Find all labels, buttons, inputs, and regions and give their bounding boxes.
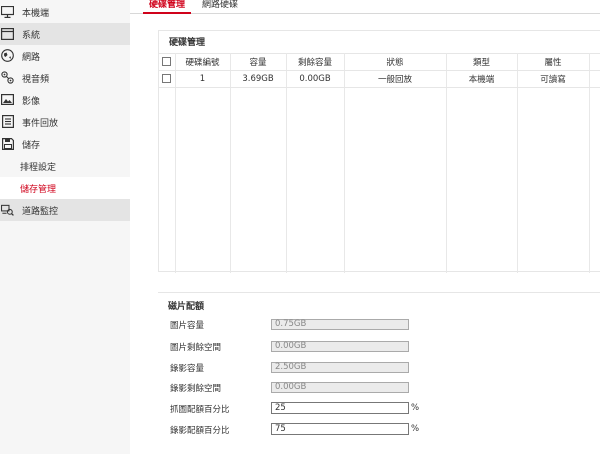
cell-property: 可讀寫 bbox=[517, 70, 590, 88]
disk-management-panel: 硬碟管理 硬碟編號 容量 剩餘容量 狀態 類型 屬性 1 3.69GB 0.00… bbox=[158, 30, 600, 273]
picture-capacity-label: 圖片容量 bbox=[170, 321, 205, 331]
picture-free-space-label: 圖片剩餘空間 bbox=[170, 343, 222, 353]
sidebar-item-label: 視音頻 bbox=[22, 74, 50, 85]
column-header-disk-no: 硬碟編號 bbox=[175, 53, 231, 71]
record-capacity-label: 錄影容量 bbox=[170, 364, 205, 374]
quota-panel-title: 磁片配額 bbox=[168, 302, 205, 312]
sidebar-item-label: 儲存 bbox=[22, 140, 41, 151]
cell-extra bbox=[589, 70, 600, 88]
disk-quota-panel: 磁片配額 圖片容量 0.75GB 圖片剩餘空間 0.00GB 錄影容量 2.50… bbox=[158, 292, 600, 454]
disk-panel-title: 硬碟管理 bbox=[169, 38, 206, 48]
select-all-checkbox[interactable] bbox=[162, 57, 172, 66]
road-monitor-icon bbox=[1, 203, 14, 216]
column-header-extra bbox=[589, 53, 600, 71]
picture-quota-unit: % bbox=[411, 403, 420, 413]
tab-network-disk[interactable]: 網路硬碟 bbox=[202, 0, 238, 14]
picture-quota-percent-input[interactable] bbox=[271, 402, 409, 414]
cell-disk-no: 1 bbox=[175, 70, 231, 88]
select-all-cell bbox=[159, 53, 176, 71]
column-header-property: 屬性 bbox=[517, 53, 590, 71]
image-icon bbox=[1, 93, 14, 106]
tab-bar: 硬碟管理 網路硬碟 bbox=[130, 0, 600, 14]
sidebar-item-storage[interactable]: 儲存 bbox=[0, 133, 130, 155]
sidebar-item-system[interactable]: 系統 bbox=[0, 23, 130, 45]
sidebar-item-label: 影像 bbox=[22, 96, 41, 107]
column-header-status: 狀態 bbox=[344, 53, 447, 71]
cell-capacity: 3.69GB bbox=[230, 70, 287, 88]
sidebar-item-storage-management[interactable]: 儲存管理 bbox=[0, 177, 130, 199]
row-checkbox[interactable] bbox=[162, 74, 172, 83]
audio-video-icon bbox=[1, 71, 14, 84]
record-quota-percent-label: 錄影配額百分比 bbox=[170, 426, 230, 436]
disk-table: 硬碟編號 容量 剩餘容量 狀態 類型 屬性 1 3.69GB 0.00GB 一般… bbox=[159, 53, 600, 273]
sidebar-item-label: 網路 bbox=[22, 52, 41, 63]
cell-status: 一般回放 bbox=[344, 70, 447, 88]
record-capacity-field: 2.50GB bbox=[271, 362, 409, 373]
row-select-cell bbox=[159, 70, 176, 88]
globe-icon bbox=[1, 49, 14, 62]
sidebar-item-label: 排程設定 bbox=[20, 162, 57, 173]
tab-disk-management[interactable]: 硬碟管理 bbox=[143, 0, 192, 14]
sidebar-item-local[interactable]: 本機端 bbox=[0, 1, 130, 23]
sidebar-item-label: 儲存管理 bbox=[20, 184, 57, 195]
record-free-space-label: 錄影剩餘空間 bbox=[170, 384, 222, 394]
sidebar-item-label: 本機端 bbox=[22, 8, 50, 19]
table-row[interactable]: 1 3.69GB 0.00GB 一般回放 本機端 可讀寫 bbox=[159, 70, 600, 88]
sidebar-item-label: 系統 bbox=[22, 30, 41, 41]
column-header-capacity: 容量 bbox=[230, 53, 287, 71]
sidebar-item-network[interactable]: 網路 bbox=[0, 45, 130, 67]
picture-capacity-field: 0.75GB bbox=[271, 319, 409, 330]
sidebar-item-road-monitoring[interactable]: 道路監控 bbox=[0, 199, 130, 221]
cell-type: 本機端 bbox=[446, 70, 518, 88]
sidebar: 本機端 系統 網路 視音頻 影像 事件回放 儲存 排程設定 儲存管理 道路監控 bbox=[0, 0, 130, 454]
sidebar-item-event-playback[interactable]: 事件回放 bbox=[0, 111, 130, 133]
cell-free-space: 0.00GB bbox=[286, 70, 345, 88]
sidebar-item-audio-video[interactable]: 視音頻 bbox=[0, 67, 130, 89]
sidebar-item-label: 事件回放 bbox=[22, 118, 59, 129]
sidebar-item-image[interactable]: 影像 bbox=[0, 89, 130, 111]
picture-quota-percent-label: 抓圖配額百分比 bbox=[170, 405, 230, 415]
record-free-space-field: 0.00GB bbox=[271, 382, 409, 393]
save-icon bbox=[1, 137, 14, 150]
record-quota-percent-input[interactable] bbox=[271, 423, 409, 435]
table-empty-area bbox=[159, 87, 600, 273]
window-icon bbox=[1, 27, 14, 40]
column-header-free-space: 剩餘容量 bbox=[286, 53, 345, 71]
sidebar-item-label: 道路監控 bbox=[22, 206, 59, 217]
event-list-icon bbox=[1, 115, 14, 128]
table-header-row: 硬碟編號 容量 剩餘容量 狀態 類型 屬性 bbox=[159, 53, 600, 71]
sidebar-item-schedule-settings[interactable]: 排程設定 bbox=[0, 155, 130, 177]
monitor-icon bbox=[1, 5, 14, 18]
record-quota-unit: % bbox=[411, 424, 420, 434]
picture-free-space-field: 0.00GB bbox=[271, 341, 409, 352]
column-header-type: 類型 bbox=[446, 53, 518, 71]
